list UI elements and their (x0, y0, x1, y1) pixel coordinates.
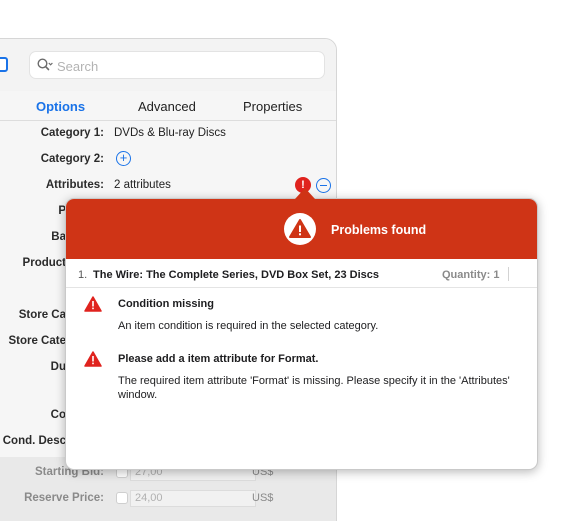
problem-title: Condition missing (118, 298, 214, 310)
tab-options[interactable]: Options (36, 99, 85, 114)
reserve-price-currency: US$ (252, 492, 274, 504)
problem-description: An item condition is required in the sel… (118, 320, 379, 332)
tab-bar: Options Advanced Properties (0, 91, 336, 121)
tab-advanced[interactable]: Advanced (138, 99, 196, 114)
category1-label: Category 1: (40, 127, 104, 139)
problem-description: The required item attribute 'Format' is … (118, 375, 510, 401)
reserve-price-checkbox[interactable] (116, 492, 128, 504)
partial-label-store-category: Store Ca (18, 309, 66, 321)
search-input[interactable] (57, 56, 317, 76)
search-icon (37, 58, 53, 71)
tab-properties[interactable]: Properties (243, 99, 302, 114)
divider (508, 267, 509, 281)
attributes-label: Attributes: (45, 179, 104, 191)
category1-value[interactable]: DVDs & Blu-ray Discs (114, 127, 226, 139)
remove-attribute-button[interactable] (316, 178, 331, 193)
problems-popover: Problems found 1. The Wire: The Complete… (65, 198, 538, 470)
sidebar-toggle-icon[interactable] (0, 57, 8, 72)
attributes-value[interactable]: 2 attributes (114, 179, 171, 191)
search-field[interactable] (29, 51, 325, 79)
warning-icon (284, 213, 316, 245)
add-category2-button[interactable]: + (116, 151, 131, 166)
item-row[interactable]: 1. The Wire: The Complete Series, DVD Bo… (66, 259, 537, 288)
problem-title: Please add a item attribute for Format. (118, 353, 319, 365)
popover-title: Problems found (331, 223, 427, 237)
category2-label: Category 2: (40, 153, 104, 165)
warning-triangle-icon (84, 296, 102, 312)
partial-label-store-category2: Store Cate (8, 335, 66, 347)
toolbar (0, 39, 336, 91)
partial-label-condition: Co (50, 409, 66, 421)
item-quantity: Quantity: 1 (442, 269, 500, 281)
item-name: The Wire: The Complete Series, DVD Box S… (93, 269, 379, 281)
partial-label-ba: Ba (51, 231, 66, 243)
reserve-price-label: Reserve Price: (24, 492, 104, 504)
warning-triangle-icon (84, 351, 102, 367)
partial-label-duration: Du (50, 361, 66, 373)
partial-label-cond-desc: Cond. Desc (2, 435, 66, 447)
popover-pointer (295, 188, 315, 199)
popover-header: Problems found (66, 199, 537, 259)
item-number: 1. (78, 269, 88, 281)
reserve-price-field[interactable]: 24,00 (130, 490, 256, 507)
partial-label-product: Product (22, 257, 66, 269)
